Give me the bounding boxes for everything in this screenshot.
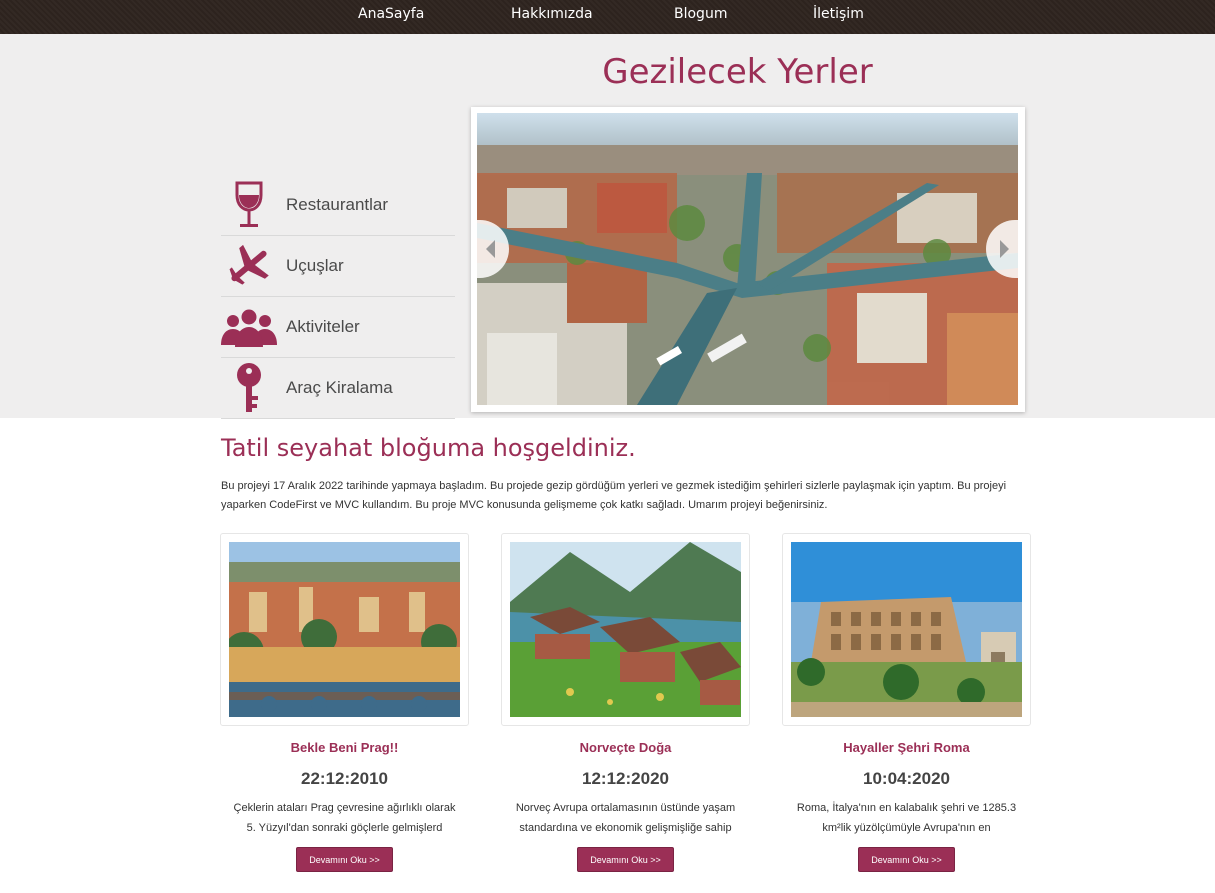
nav-about[interactable]: Hakkımızda: [511, 6, 593, 22]
nav-contact[interactable]: İletişim: [813, 6, 864, 22]
side-menu: Restaurantlar Uçuşlar Aktiviteler Araç K…: [221, 175, 455, 419]
card-title[interactable]: Norveçte Doğa: [501, 740, 750, 755]
read-more-button[interactable]: Devamını Oku >>: [296, 847, 393, 872]
hero-title: Gezilecek Yerler: [602, 52, 873, 92]
side-item-label: Restaurantlar: [286, 195, 389, 214]
prague-image: [229, 542, 460, 717]
read-more-button[interactable]: Devamını Oku >>: [858, 847, 955, 872]
side-item-label: Araç Kiralama: [286, 378, 393, 397]
card-text: Roma, İtalya'nın en kalabalık şehri ve 1…: [796, 802, 1017, 834]
airplane-icon: [221, 240, 277, 292]
card-date: 22:12:2010: [301, 769, 388, 788]
card-title[interactable]: Bekle Beni Prag!!: [220, 740, 469, 755]
rome-image: [791, 542, 1022, 717]
read-more-button[interactable]: Devamını Oku >>: [577, 847, 674, 872]
card-text: Norveç Avrupa ortalamasının üstünde yaşa…: [515, 802, 736, 834]
key-icon: [221, 362, 277, 414]
welcome-text: Bu projeyi 17 Aralık 2022 tarihinde yapm…: [221, 480, 1007, 511]
blog-card-norway: Norveçte Doğa 12:12:2020 Norveç Avrupa o…: [501, 533, 750, 872]
card-date: 12:12:2020: [582, 769, 669, 788]
blog-card-rome: Hayaller Şehri Roma 10:04:2020 Roma, İta…: [782, 533, 1031, 872]
card-text: Çeklerin ataları Prag çevresine ağırlıkl…: [233, 802, 456, 834]
slider-image: [477, 113, 1018, 405]
card-date: 10:04:2020: [863, 769, 950, 788]
side-item-restaurants[interactable]: Restaurantlar: [221, 175, 455, 236]
welcome-title: Tatil seyahat bloğuma hoşgeldiniz.: [221, 434, 636, 462]
side-item-flights[interactable]: Uçuşlar: [221, 236, 455, 297]
side-item-car-rental[interactable]: Araç Kiralama: [221, 358, 455, 419]
image-slider: [471, 107, 1025, 412]
blog-card-prague: Bekle Beni Prag!! 22:12:2010 Çeklerin at…: [220, 533, 469, 872]
chevron-right-icon: [1000, 240, 1009, 258]
card-title[interactable]: Hayaller Şehri Roma: [782, 740, 1031, 755]
chevron-left-icon: [486, 240, 495, 258]
nav-blog[interactable]: Blogum: [674, 6, 727, 22]
norway-image: [510, 542, 741, 717]
card-thumbnail[interactable]: [220, 533, 469, 726]
side-item-activities[interactable]: Aktiviteler: [221, 297, 455, 358]
card-thumbnail[interactable]: [501, 533, 750, 726]
wine-glass-icon: [221, 179, 277, 231]
people-group-icon: [221, 301, 277, 353]
side-item-label: Uçuşlar: [286, 256, 344, 275]
nav-home[interactable]: AnaSayfa: [358, 6, 424, 22]
top-nav: AnaSayfa Hakkımızda Blogum İletişim: [0, 0, 1215, 34]
hero-section: Gezilecek Yerler Restaurantlar Uçuşlar A…: [0, 34, 1215, 419]
card-thumbnail[interactable]: [782, 533, 1031, 726]
side-item-label: Aktiviteler: [286, 317, 360, 336]
